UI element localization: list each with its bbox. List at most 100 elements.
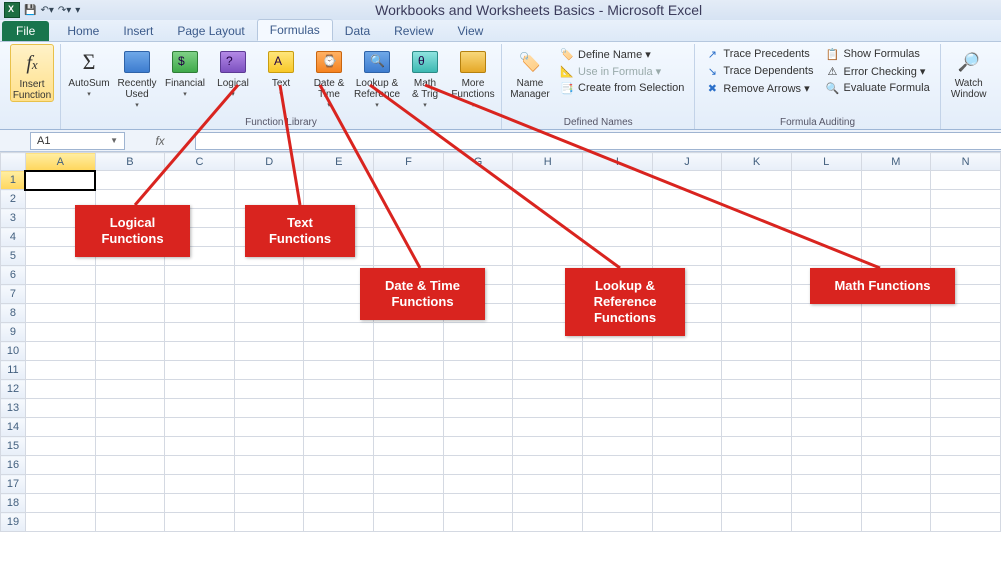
cell[interactable] — [652, 456, 722, 475]
cell[interactable] — [722, 190, 792, 209]
cell[interactable] — [95, 247, 165, 266]
cell[interactable] — [304, 342, 374, 361]
cell[interactable] — [583, 304, 653, 323]
cell[interactable] — [374, 190, 444, 209]
cell[interactable] — [374, 456, 444, 475]
tab-home[interactable]: Home — [55, 21, 111, 41]
cell[interactable] — [304, 171, 374, 190]
cell[interactable] — [443, 380, 513, 399]
cell[interactable] — [652, 361, 722, 380]
cell[interactable] — [25, 494, 95, 513]
cell[interactable] — [165, 494, 235, 513]
cell[interactable] — [652, 266, 722, 285]
cell[interactable] — [304, 456, 374, 475]
cell[interactable] — [95, 494, 165, 513]
cell[interactable] — [234, 323, 304, 342]
cell[interactable] — [513, 475, 583, 494]
cell[interactable] — [304, 380, 374, 399]
cell[interactable] — [374, 494, 444, 513]
cell[interactable] — [95, 456, 165, 475]
cell[interactable] — [165, 323, 235, 342]
col-header[interactable]: E — [304, 153, 374, 171]
cell[interactable] — [234, 190, 304, 209]
cell[interactable] — [931, 304, 1001, 323]
cell[interactable] — [234, 266, 304, 285]
cell[interactable] — [443, 342, 513, 361]
cell[interactable] — [304, 437, 374, 456]
tab-view[interactable]: View — [446, 21, 496, 41]
cell[interactable] — [861, 228, 931, 247]
autosum-button[interactable]: ΣAutoSum — [67, 44, 111, 100]
cell[interactable] — [443, 418, 513, 437]
cell[interactable] — [443, 285, 513, 304]
more-functions-button[interactable]: More Functions — [451, 44, 495, 111]
cell[interactable] — [722, 399, 792, 418]
cell[interactable] — [931, 513, 1001, 532]
cell[interactable] — [95, 399, 165, 418]
cell[interactable] — [443, 228, 513, 247]
cell[interactable] — [583, 380, 653, 399]
cell[interactable] — [722, 418, 792, 437]
cell[interactable] — [165, 247, 235, 266]
cell[interactable] — [25, 437, 95, 456]
cell[interactable] — [95, 171, 165, 190]
cell[interactable] — [513, 361, 583, 380]
cell[interactable] — [861, 342, 931, 361]
cell[interactable] — [931, 209, 1001, 228]
cell[interactable] — [304, 418, 374, 437]
cell[interactable] — [652, 247, 722, 266]
col-header[interactable]: D — [234, 153, 304, 171]
cell[interactable] — [374, 399, 444, 418]
cell[interactable] — [861, 399, 931, 418]
name-box[interactable]: A1 ▼ — [30, 132, 125, 150]
col-header[interactable]: C — [165, 153, 235, 171]
cell[interactable] — [861, 190, 931, 209]
cell[interactable] — [443, 456, 513, 475]
col-header[interactable]: K — [722, 153, 792, 171]
row-header[interactable]: 9 — [1, 323, 26, 342]
cell[interactable] — [583, 209, 653, 228]
cell[interactable] — [583, 361, 653, 380]
insert-function-button[interactable]: fx Insert Function — [10, 44, 54, 102]
cell[interactable] — [513, 266, 583, 285]
cell[interactable] — [443, 171, 513, 190]
cell[interactable] — [931, 171, 1001, 190]
watch-window-button[interactable]: 🔎 Watch Window — [947, 44, 991, 100]
cell[interactable] — [652, 513, 722, 532]
cell[interactable] — [931, 418, 1001, 437]
cell[interactable] — [931, 228, 1001, 247]
cell[interactable] — [234, 418, 304, 437]
cell[interactable] — [931, 494, 1001, 513]
cell[interactable] — [25, 418, 95, 437]
cell[interactable] — [374, 209, 444, 228]
cell[interactable] — [95, 323, 165, 342]
name-box-dropdown-icon[interactable]: ▼ — [110, 136, 118, 145]
cell[interactable] — [165, 437, 235, 456]
cell[interactable] — [374, 418, 444, 437]
cell[interactable] — [722, 247, 792, 266]
cell[interactable] — [583, 323, 653, 342]
cell[interactable] — [234, 456, 304, 475]
cell[interactable] — [25, 285, 95, 304]
cell[interactable] — [95, 380, 165, 399]
cell[interactable] — [165, 342, 235, 361]
col-header[interactable]: G — [443, 153, 513, 171]
cell[interactable] — [791, 209, 861, 228]
formula-input[interactable] — [195, 132, 1001, 150]
cell[interactable] — [791, 380, 861, 399]
col-header[interactable]: M — [861, 153, 931, 171]
row-header[interactable]: 7 — [1, 285, 26, 304]
cell[interactable] — [791, 266, 861, 285]
cell[interactable] — [583, 456, 653, 475]
recently-used-button[interactable]: Recently Used — [115, 44, 159, 111]
cell[interactable] — [513, 285, 583, 304]
cell[interactable] — [443, 494, 513, 513]
math-trig-button[interactable]: θMath & Trig — [403, 44, 447, 111]
cell[interactable] — [513, 399, 583, 418]
col-header[interactable]: I — [583, 153, 653, 171]
cell[interactable] — [234, 171, 304, 190]
cell[interactable] — [374, 475, 444, 494]
cell[interactable] — [374, 285, 444, 304]
cell[interactable] — [791, 304, 861, 323]
cell[interactable] — [165, 171, 235, 190]
